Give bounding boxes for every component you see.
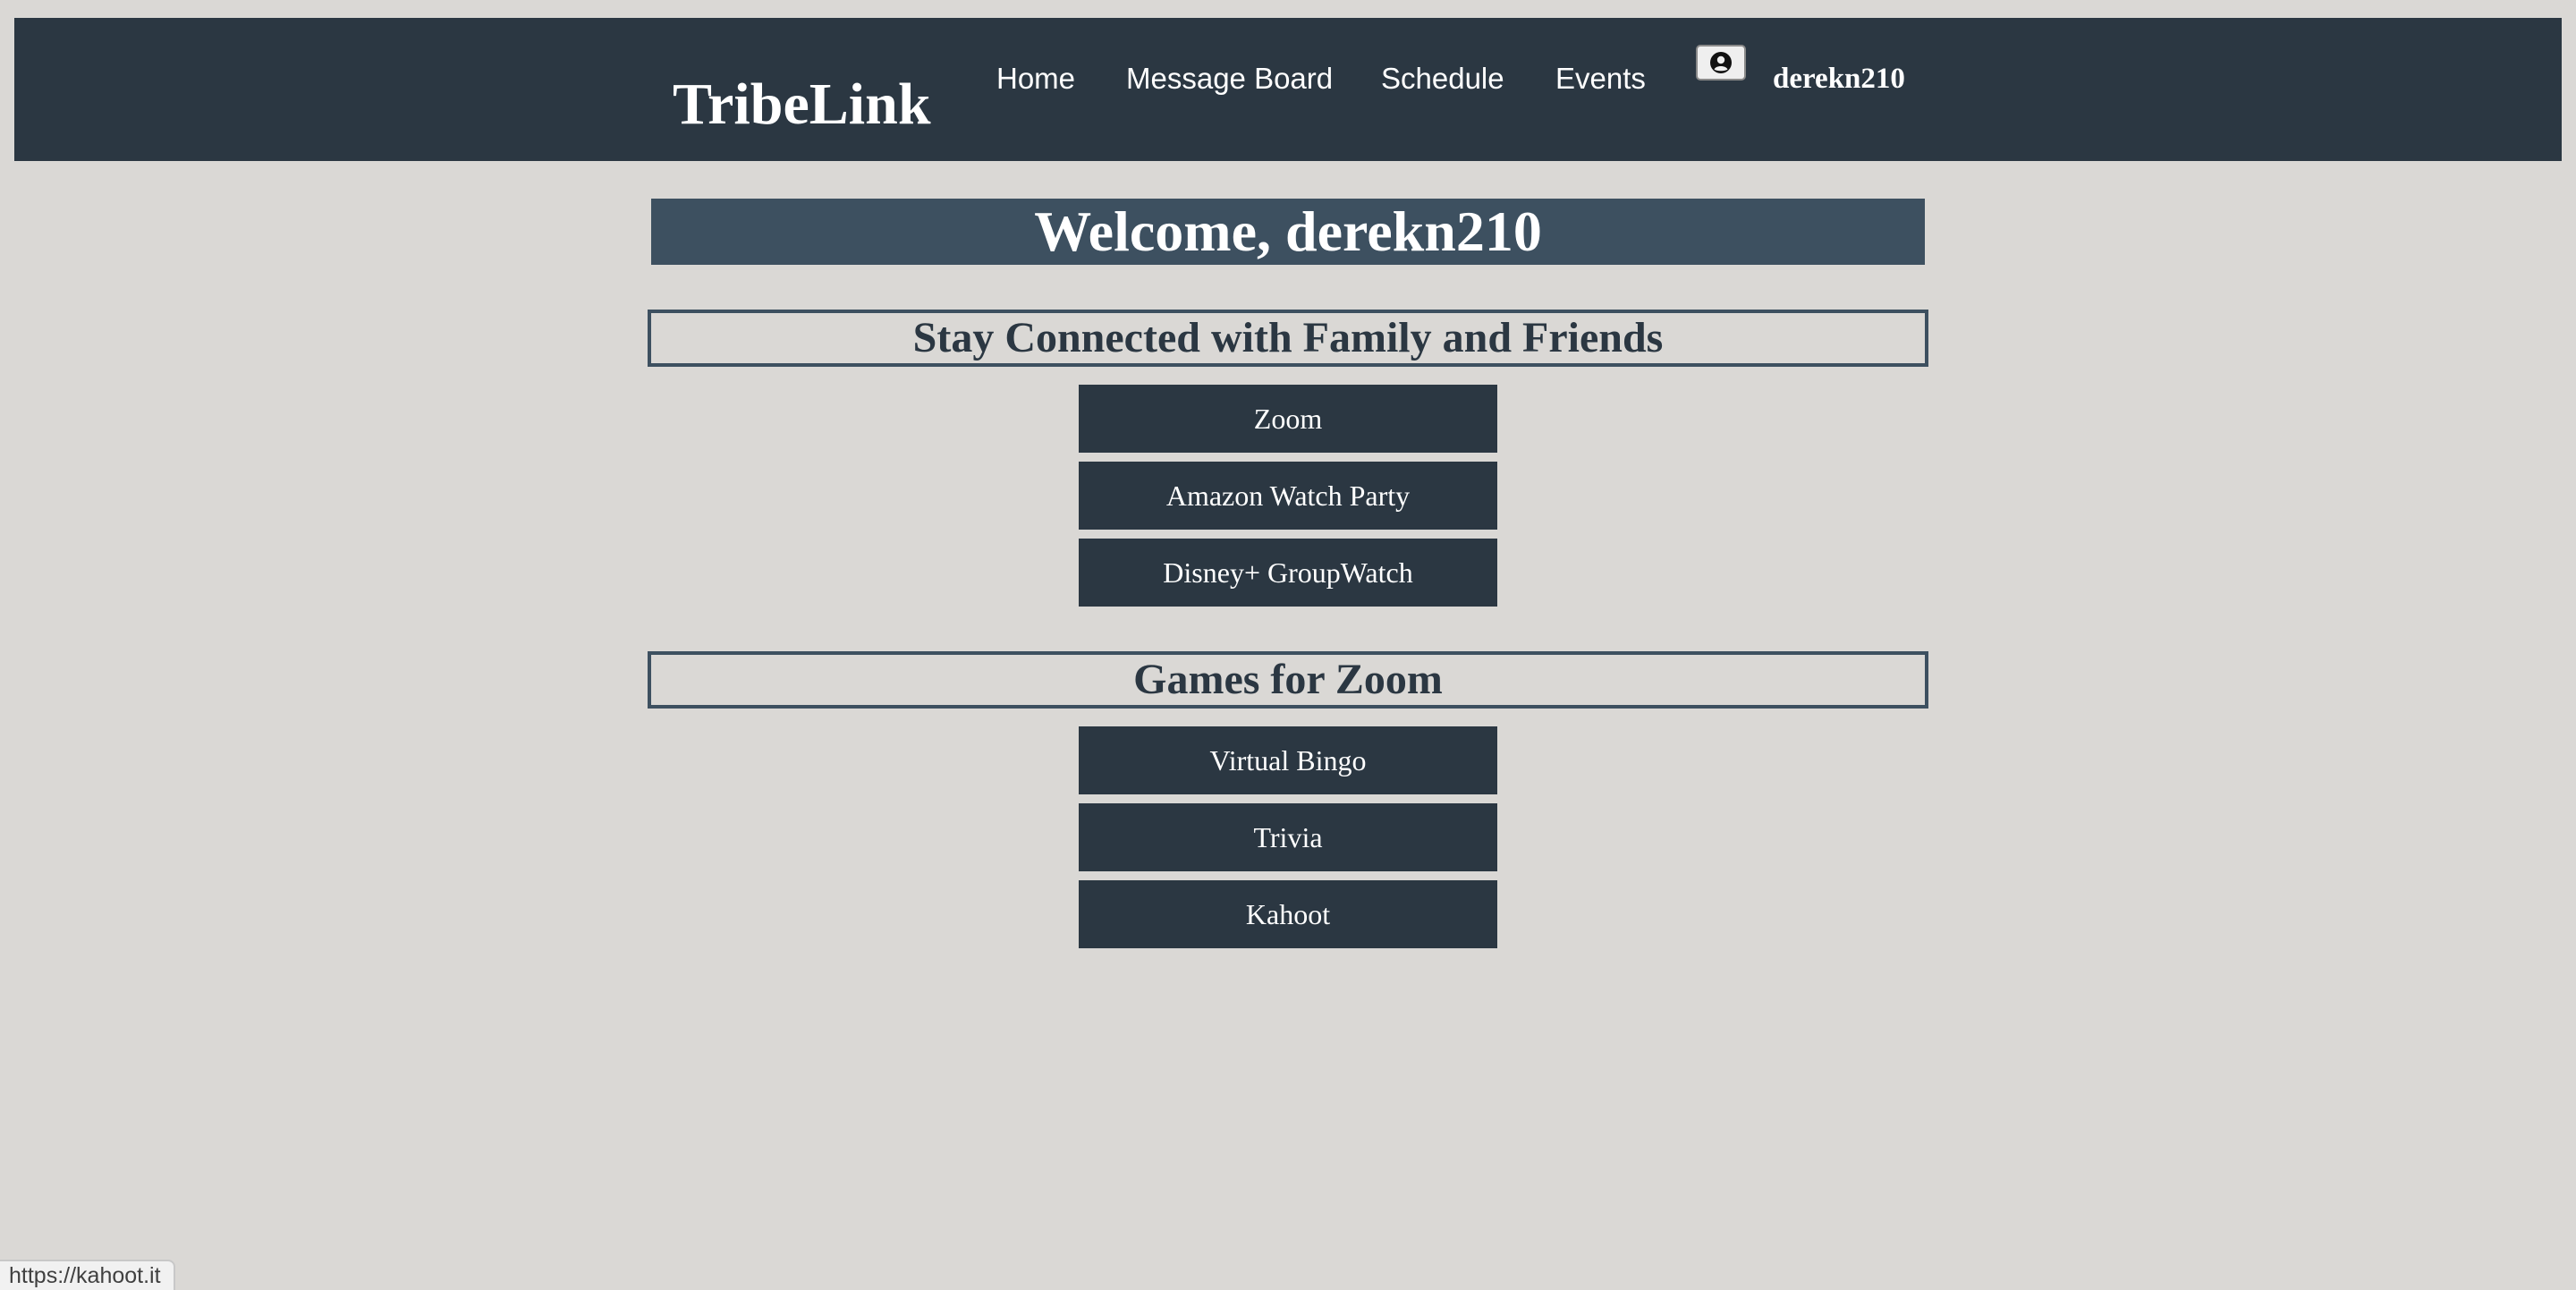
nav-link-schedule[interactable]: Schedule xyxy=(1381,61,1504,97)
virtual-bingo-button[interactable]: Virtual Bingo xyxy=(1079,726,1497,794)
section-heading-games-for-zoom: Games for Zoom xyxy=(648,651,1928,709)
section-heading-stay-connected: Stay Connected with Family and Friends xyxy=(648,310,1928,367)
trivia-button[interactable]: Trivia xyxy=(1079,803,1497,871)
nav-link-message-board[interactable]: Message Board xyxy=(1126,61,1333,97)
zoom-button[interactable]: Zoom xyxy=(1079,385,1497,453)
brand-logo[interactable]: TribeLink xyxy=(673,70,931,140)
user-circle-icon xyxy=(1710,52,1732,73)
nav-link-events[interactable]: Events xyxy=(1555,61,1646,97)
kahoot-button[interactable]: Kahoot xyxy=(1079,880,1497,948)
link-status-bar: https://kahoot.it xyxy=(0,1260,175,1290)
top-navbar: TribeLink Home Message Board Schedule Ev… xyxy=(14,18,2562,161)
welcome-banner: Welcome, derekn210 xyxy=(651,199,1925,265)
amazon-watch-party-button[interactable]: Amazon Watch Party xyxy=(1079,462,1497,530)
username-label: derekn210 xyxy=(1773,63,1905,95)
disney-groupwatch-button[interactable]: Disney+ GroupWatch xyxy=(1079,539,1497,607)
user-account-button[interactable] xyxy=(1696,45,1746,81)
nav-link-home[interactable]: Home xyxy=(996,61,1075,97)
